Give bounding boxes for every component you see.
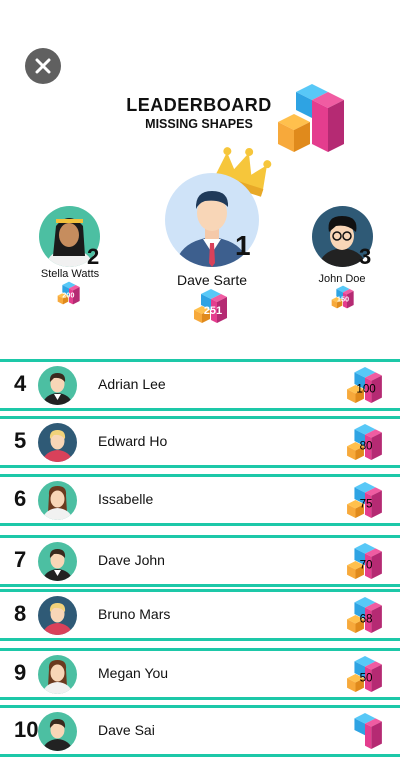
row-score: 80 <box>360 439 373 452</box>
row-score: 70 <box>360 558 373 571</box>
row-score: 50 <box>360 671 373 684</box>
row-player-name: Dave John <box>98 552 165 568</box>
row-score-badge: 100 <box>347 367 382 403</box>
row-rank: 4 <box>14 371 27 396</box>
close-button[interactable] <box>25 48 61 84</box>
row-score: 100 <box>356 382 375 395</box>
leaderboard-row[interactable]: 9 Megan You 50 <box>0 648 400 700</box>
row-avatar <box>38 712 77 751</box>
row-player-name: Issabelle <box>98 491 154 507</box>
row-score: 75 <box>360 497 373 510</box>
leaderboard-row[interactable]: 6 Issabelle 75 <box>0 474 400 526</box>
leaderboard-row[interactable]: 8 Bruno Mars 68 <box>0 589 400 641</box>
row-rank: 9 <box>14 660 27 685</box>
leaderboard-header: LEADERBOARD MISSING SHAPES <box>118 94 280 132</box>
row-rank: 5 <box>14 428 27 453</box>
row-rank: 8 <box>14 601 27 626</box>
first-place-rank: 1 <box>235 230 251 261</box>
page-subtitle: MISSING SHAPES <box>145 117 253 131</box>
leaderboard-row[interactable]: 7 Dave John 70 <box>0 535 400 587</box>
row-score-badge: 70 <box>347 543 382 579</box>
row-avatar <box>38 655 77 694</box>
row-avatar <box>38 481 77 520</box>
row-avatar <box>38 596 77 635</box>
leaderboard-row[interactable]: 10 Dave Sai <box>0 705 400 757</box>
page-title: LEADERBOARD <box>126 95 272 115</box>
row-avatar <box>38 542 77 581</box>
second-place-score-badge: 200 <box>57 281 80 305</box>
row-score-badge <box>354 713 382 749</box>
third-place-score: 150 <box>337 295 349 304</box>
first-place-score-badge: 251 <box>194 289 227 323</box>
third-place-name: John Doe <box>318 273 366 285</box>
third-place-rank: 3 <box>359 244 372 269</box>
row-rank: 6 <box>14 486 27 511</box>
row-player-name: Dave Sai <box>98 722 155 738</box>
row-score-badge: 80 <box>347 424 382 460</box>
row-player-name: Adrian Lee <box>98 376 166 392</box>
leaderboard-row[interactable]: 4 Adrian Lee 100 <box>0 359 400 411</box>
close-icon <box>35 58 51 74</box>
first-place-name: Dave Sarte <box>176 272 248 288</box>
row-rank: 7 <box>14 547 27 572</box>
second-place-score: 200 <box>62 291 74 300</box>
first-place-score: 251 <box>204 305 222 317</box>
row-avatar <box>38 423 77 462</box>
game-logo-icon <box>278 84 344 152</box>
second-place-name: Stella Watts <box>40 268 100 280</box>
third-place-score-badge: 150 <box>331 285 354 309</box>
row-player-name: Bruno Mars <box>98 606 171 622</box>
row-score: 68 <box>360 612 373 625</box>
leaderboard-row[interactable]: 5 Edward Ho 80 <box>0 416 400 468</box>
row-score-badge: 50 <box>347 656 382 692</box>
row-avatar <box>38 366 77 405</box>
row-player-name: Edward Ho <box>98 433 168 449</box>
row-score-badge: 68 <box>347 597 382 633</box>
row-rank: 10 <box>14 717 39 742</box>
second-place-rank: 2 <box>87 244 100 269</box>
row-score-badge: 75 <box>347 482 382 518</box>
row-player-name: Megan You <box>98 665 169 681</box>
